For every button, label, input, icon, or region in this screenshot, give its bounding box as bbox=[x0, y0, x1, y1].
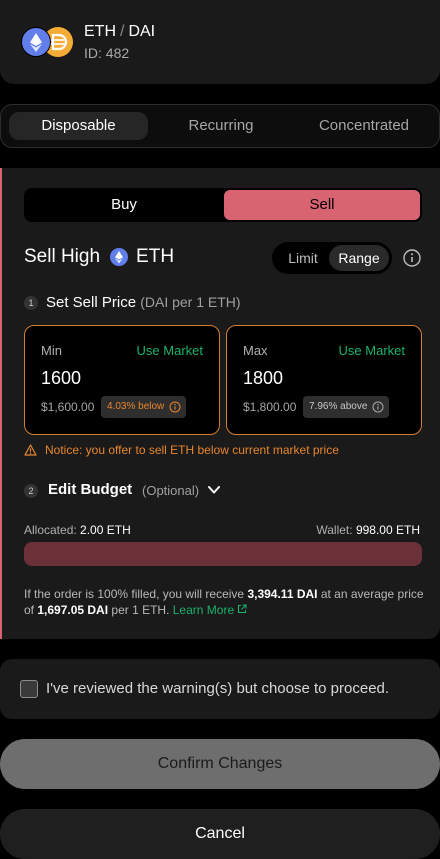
range-option[interactable]: Range bbox=[329, 245, 389, 271]
min-usd-value: $1,600.00 bbox=[41, 400, 95, 414]
max-pct-text: 7.96% above bbox=[309, 401, 368, 412]
max-use-market-button[interactable]: Use Market bbox=[339, 343, 405, 358]
min-price-input[interactable]: 1600 bbox=[41, 368, 81, 389]
allocated-value: 2.00 ETH bbox=[80, 523, 131, 537]
tab-recurring[interactable]: Recurring bbox=[151, 112, 291, 140]
max-price-box[interactable]: Max Use Market 1800 $1,800.00 7.96% abov… bbox=[226, 325, 422, 435]
allocated-caption: Allocated: bbox=[24, 523, 77, 537]
chevron-down-icon[interactable] bbox=[206, 483, 222, 497]
warning-acknowledge: I've reviewed the warning(s) but choose … bbox=[0, 659, 440, 719]
step1-title: Set Sell Price bbox=[46, 294, 137, 311]
step-2-badge: 2 bbox=[24, 484, 38, 498]
summary-text-1: If the order is 100% filled, you will re… bbox=[24, 587, 248, 601]
notice-text: Notice: you offer to sell ETH below curr… bbox=[45, 443, 339, 457]
pair-id: ID: 482 bbox=[84, 45, 130, 61]
order-summary: If the order is 100% filled, you will re… bbox=[24, 586, 424, 618]
wallet-value: 998.00 ETH bbox=[355, 523, 420, 537]
tab-concentrated[interactable]: Concentrated bbox=[294, 112, 434, 140]
max-price-input[interactable]: 1800 bbox=[243, 368, 283, 389]
wallet-label: Wallet: 998.00 ETH bbox=[316, 523, 420, 537]
warning-icon bbox=[24, 444, 37, 456]
summary-price: 1,697.05 DAI bbox=[37, 603, 109, 617]
sell-order-card: Buy Sell Sell High ETH Limit Range 1 Set… bbox=[0, 168, 440, 639]
min-price-box[interactable]: Min Use Market 1600 $1,600.00 4.03% belo… bbox=[24, 325, 220, 435]
pair-name: ETH / DAI bbox=[84, 23, 155, 41]
learn-more-link[interactable]: Learn More bbox=[173, 603, 248, 617]
sell-title: Sell High ETH bbox=[24, 246, 174, 268]
pair-header: ETH / DAI ID: 482 bbox=[0, 0, 440, 84]
allocated-label: Allocated: 2.00 ETH bbox=[24, 523, 131, 537]
buy-sell-toggle: Buy Sell bbox=[24, 188, 422, 222]
eth-token-icon bbox=[21, 27, 51, 57]
budget-input[interactable] bbox=[24, 542, 422, 566]
summary-text-3: per 1 ETH. bbox=[108, 603, 173, 617]
tab-disposable[interactable]: Disposable bbox=[9, 112, 148, 140]
set-sell-price-label: Set Sell Price (DAI per 1 ETH) bbox=[46, 294, 241, 311]
price-notice: Notice: you offer to sell ETH below curr… bbox=[24, 443, 339, 457]
acknowledge-text: I've reviewed the warning(s) but choose … bbox=[46, 680, 390, 697]
max-label: Max bbox=[243, 343, 268, 358]
pair-base: ETH bbox=[84, 23, 116, 40]
limit-option[interactable]: Limit bbox=[278, 245, 328, 271]
min-use-market-button[interactable]: Use Market bbox=[137, 343, 203, 358]
info-icon bbox=[169, 401, 181, 413]
cancel-button[interactable]: Cancel bbox=[0, 809, 440, 859]
optional-label: (Optional) bbox=[142, 483, 200, 498]
confirm-changes-button[interactable]: Confirm Changes bbox=[0, 739, 440, 789]
max-usd-value: $1,800.00 bbox=[243, 400, 297, 414]
pair-separator: / bbox=[120, 23, 125, 40]
learn-more-label: Learn More bbox=[172, 603, 235, 617]
max-pct-badge: 7.96% above bbox=[303, 396, 390, 418]
wallet-caption: Wallet: bbox=[316, 523, 353, 537]
acknowledge-checkbox[interactable] bbox=[20, 680, 38, 698]
min-pct-text: 4.03% below bbox=[107, 401, 165, 412]
sell-title-token: ETH bbox=[136, 246, 175, 267]
edit-budget-label[interactable]: Edit Budget bbox=[48, 481, 132, 498]
limit-range-toggle: Limit Range bbox=[272, 242, 392, 274]
sell-button[interactable]: Sell bbox=[224, 190, 420, 220]
step1-unit: (DAI per 1 ETH) bbox=[140, 294, 241, 310]
step-1-badge: 1 bbox=[24, 296, 38, 310]
pair-quote: DAI bbox=[128, 23, 156, 40]
info-icon bbox=[372, 401, 384, 413]
eth-icon bbox=[110, 248, 129, 266]
strategy-tabs: Disposable Recurring Concentrated bbox=[0, 104, 440, 148]
info-icon[interactable] bbox=[402, 248, 422, 268]
buy-button[interactable]: Buy bbox=[26, 190, 222, 220]
summary-receive: 3,394.11 DAI bbox=[247, 587, 318, 601]
min-label: Min bbox=[41, 343, 62, 358]
min-pct-badge: 4.03% below bbox=[101, 396, 187, 418]
external-link-icon bbox=[238, 604, 248, 614]
sell-title-prefix: Sell High bbox=[24, 246, 101, 267]
